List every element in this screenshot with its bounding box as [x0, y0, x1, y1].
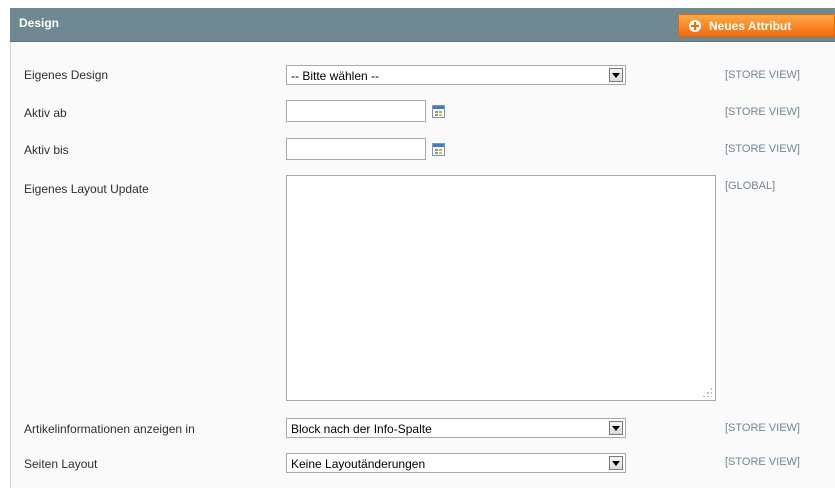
active-to-scope: [STORE VIEW]: [725, 143, 800, 155]
new-attribute-button[interactable]: Neues Attribut: [678, 14, 835, 37]
layout-update-label: Eigenes Layout Update: [24, 182, 149, 196]
calendar-icon[interactable]: [432, 105, 445, 118]
custom-design-value: -- Bitte wählen --: [291, 69, 380, 83]
layout-update-textarea[interactable]: [286, 175, 716, 401]
active-from-input[interactable]: [286, 100, 426, 122]
section-title: Design: [19, 16, 60, 30]
options-container-value: Block nach der Info-Spalte: [291, 422, 432, 436]
resize-grip-icon[interactable]: [702, 387, 712, 397]
layout-update-scope: [GLOBAL]: [725, 180, 776, 192]
chevron-down-icon[interactable]: [609, 421, 623, 435]
custom-design-select[interactable]: -- Bitte wählen --: [286, 65, 626, 85]
page-layout-label: Seiten Layout: [24, 457, 98, 471]
active-from-label: Aktiv ab: [24, 106, 67, 120]
plus-icon: [689, 19, 701, 32]
active-to-input[interactable]: [286, 138, 426, 160]
page-layout-scope: [STORE VIEW]: [725, 456, 800, 468]
section-header: Design Neues Attribut: [10, 8, 835, 42]
custom-design-scope: [STORE VIEW]: [725, 69, 800, 81]
options-container-select[interactable]: Block nach der Info-Spalte: [286, 418, 626, 438]
options-container-label: Artikelinformationen anzeigen in: [24, 422, 195, 436]
page-layout-select[interactable]: Keine Layoutänderungen: [286, 453, 626, 473]
calendar-icon[interactable]: [432, 143, 445, 156]
new-attribute-label: Neues Attribut: [709, 18, 792, 33]
active-from-scope: [STORE VIEW]: [725, 106, 800, 118]
active-to-label: Aktiv bis: [24, 143, 69, 157]
options-container-scope: [STORE VIEW]: [725, 422, 800, 434]
chevron-down-icon[interactable]: [609, 68, 623, 82]
page-layout-value: Keine Layoutänderungen: [291, 457, 426, 471]
custom-design-label: Eigenes Design: [24, 68, 109, 82]
chevron-down-icon[interactable]: [609, 456, 623, 470]
